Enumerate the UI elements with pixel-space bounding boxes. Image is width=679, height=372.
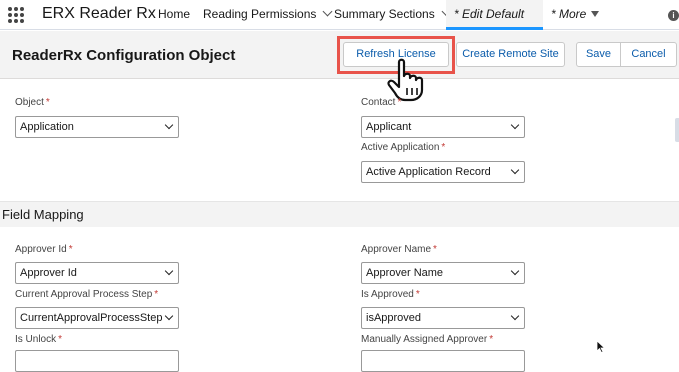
field-mapping-section-header: Field Mapping (0, 201, 679, 227)
is-approved-select[interactable]: isApproved (361, 307, 525, 329)
object-label: Object * (15, 97, 50, 108)
cancel-button[interactable]: Cancel (620, 42, 677, 67)
chevron-down-icon (510, 120, 520, 130)
chevron-down-icon (510, 266, 520, 276)
contact-label: Contact * (361, 97, 402, 108)
nav-item-label: * More (551, 7, 587, 21)
contact-select[interactable]: Applicant (361, 116, 525, 138)
nav-item-label: Home (158, 7, 191, 21)
chevron-down-icon (164, 311, 174, 321)
chevron-down-icon (510, 311, 520, 321)
approver-id-select[interactable]: Approver Id (15, 262, 179, 284)
chevron-down-icon (164, 120, 174, 130)
create-remote-site-button[interactable]: Create Remote Site (456, 42, 565, 67)
info-icon[interactable]: i (668, 10, 679, 21)
chevron-down-icon (510, 165, 520, 175)
hand-pointer-icon (387, 58, 424, 102)
chevron-down-icon[interactable] (322, 6, 333, 17)
app-launcher-icon[interactable] (8, 7, 26, 23)
page-title: ReaderRx Configuration Object (12, 47, 236, 64)
app-name: ERX Reader Rx (42, 5, 156, 22)
current-approval-step-label: Current Approval Process Step * (15, 289, 159, 300)
scrollbar-handle[interactable] (675, 118, 679, 142)
nav-item-reading-permissions[interactable]: Reading Permissions (203, 6, 333, 21)
is-unlock-label: Is Unlock * (15, 334, 63, 345)
nav-item-label: Summary Sections (334, 7, 435, 21)
object-select[interactable]: Application (15, 116, 179, 138)
is-unlock-select[interactable] (15, 350, 179, 372)
caret-down-icon[interactable] (591, 11, 599, 17)
nav-item-summary-sections[interactable]: Summary Sections (334, 6, 452, 21)
manually-assigned-approver-label: Manually Assigned Approver * (361, 334, 494, 345)
manually-assigned-approver-select[interactable] (361, 350, 525, 372)
approver-name-select[interactable]: Approver Name (361, 262, 525, 284)
mouse-cursor-icon (596, 340, 606, 353)
approver-name-label: Approver Name * (361, 244, 437, 255)
nav-item-more[interactable]: * More (551, 7, 586, 21)
tab-edit-default[interactable]: * Edit Default (446, 0, 543, 30)
nav-item-home[interactable]: Home (158, 7, 190, 21)
current-approval-step-select[interactable]: CurrentApprovalProcessStep (15, 307, 179, 329)
global-navigation-bar: ERX Reader Rx Home Reading Permissions S… (0, 0, 679, 30)
chevron-down-icon (164, 266, 174, 276)
section-title: Field Mapping (2, 207, 84, 222)
approver-id-label: Approver Id * (15, 244, 73, 255)
active-application-label: Active Application * (361, 142, 446, 153)
save-button[interactable]: Save (576, 42, 621, 67)
nav-item-label: Reading Permissions (203, 7, 317, 21)
active-application-select[interactable]: Active Application Record (361, 161, 525, 183)
is-approved-label: Is Approved * (361, 289, 420, 300)
tab-label: * Edit Default (454, 7, 525, 21)
